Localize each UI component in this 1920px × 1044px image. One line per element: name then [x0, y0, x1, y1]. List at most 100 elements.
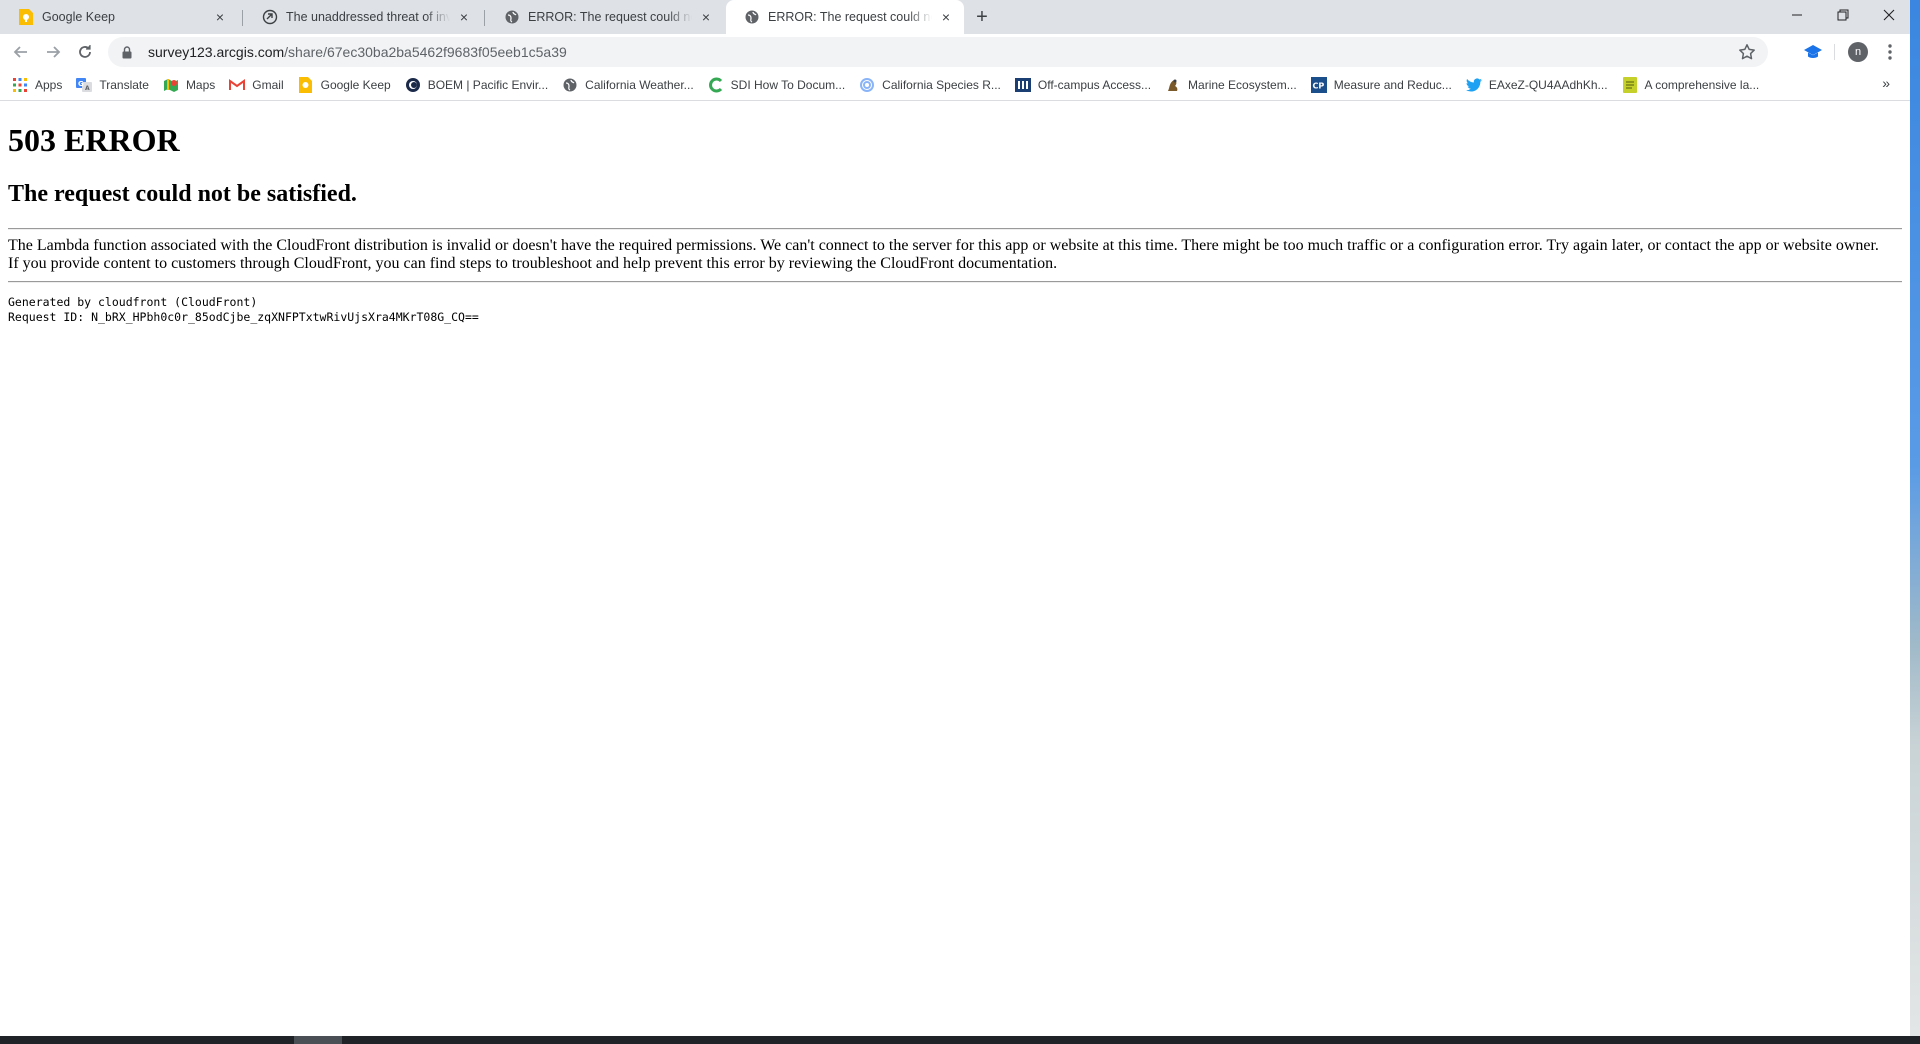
google-keep-icon [298, 77, 314, 93]
divider [8, 281, 1902, 283]
google-keep-icon [18, 9, 34, 25]
tab-article[interactable]: The unaddressed threat of invasive × [244, 0, 482, 34]
tab-close-button[interactable]: × [698, 9, 714, 25]
bookmark-label: Apps [35, 78, 63, 92]
bookmark-star-icon[interactable] [1738, 43, 1756, 61]
tab-strip: Google Keep × The unaddressed threat of … [0, 0, 1910, 34]
bookmark-label: Google Keep [320, 78, 391, 92]
bookmarks-overflow-button[interactable]: » [1882, 75, 1890, 91]
reload-icon [79, 45, 91, 58]
bookmark-boem[interactable]: BOEM | Pacific Envir... [405, 73, 548, 97]
tab-separator [242, 10, 243, 26]
apps-grid-icon [12, 77, 28, 93]
bookmark-label: California Weather... [585, 78, 694, 92]
arrow-left-icon [13, 46, 27, 58]
svg-text:CP: CP [1312, 82, 1324, 91]
bookmark-marine-ecosystem[interactable]: Marine Ecosystem... [1165, 73, 1297, 97]
bookmark-label: Off-campus Access... [1037, 78, 1152, 92]
tab-error-1[interactable]: ERROR: The request could not be satisfie… [486, 0, 724, 34]
bookmark-maps[interactable]: Maps [163, 73, 215, 97]
close-window-button[interactable] [1866, 0, 1910, 30]
generated-by-text: Generated by cloudfront (CloudFront) [8, 295, 258, 309]
bookmark-label: Gmail [252, 78, 284, 92]
tab-error-active[interactable]: ERROR: The request could not be satisfie… [726, 0, 964, 34]
bookmarks-bar: Apps GA Translate Maps Gmail Google Keep… [0, 70, 1910, 101]
bookmark-label: Marine Ecosystem... [1188, 78, 1297, 92]
avatar: n [1848, 42, 1868, 62]
forward-button[interactable] [39, 38, 67, 66]
twitter-icon [1465, 77, 1482, 93]
error-explanation: The Lambda function associated with the … [8, 237, 1902, 273]
profile-button[interactable]: n [1846, 40, 1870, 64]
bookmark-label: California Species R... [882, 78, 1001, 92]
toolbar-divider [1834, 44, 1835, 60]
kebab-menu-icon [1888, 44, 1892, 60]
bookmark-twitter-image[interactable]: EAxeZ-QU4AAdhKh... [1465, 73, 1608, 97]
library-icon [1014, 77, 1031, 93]
address-bar[interactable]: survey123.arcgis.com/share/67ec30ba2ba54… [108, 37, 1768, 67]
tab-google-keep[interactable]: Google Keep × [0, 0, 238, 34]
extension-button[interactable] [1801, 40, 1825, 64]
taskbar-active-app[interactable] [294, 1036, 342, 1044]
bookmark-gmail[interactable]: Gmail [229, 73, 284, 97]
bookmark-label: BOEM | Pacific Envir... [427, 78, 549, 92]
explanation-line: The Lambda function associated with the … [8, 237, 1879, 254]
divider [8, 228, 1902, 230]
graduation-cap-icon [1804, 45, 1822, 58]
translate-icon: GA [76, 77, 93, 93]
bookmark-label: Measure and Reduc... [1333, 78, 1452, 92]
bookmark-label: Maps [185, 78, 216, 92]
browser-toolbar: survey123.arcgis.com/share/67ec30ba2ba54… [0, 34, 1910, 70]
minimize-icon [1792, 14, 1802, 16]
tab-title: ERROR: The request could not be satisfie… [528, 10, 692, 24]
request-metadata: Generated by cloudfront (CloudFront) Requ… [8, 295, 479, 325]
bookmark-translate[interactable]: GA Translate [76, 73, 149, 97]
reload-button[interactable] [71, 38, 99, 66]
globe-icon [562, 77, 578, 93]
bookmark-measure-and-reduce[interactable]: CP Measure and Reduc... [1310, 73, 1452, 97]
tab-title: ERROR: The request could not be satisfie… [768, 10, 932, 24]
bookmark-label: EAxeZ-QU4AAdhKh... [1488, 78, 1608, 92]
restore-button[interactable] [1820, 0, 1866, 30]
bookmark-label: Translate [99, 78, 149, 92]
page-subtitle: The request could not be satisfied. [8, 181, 357, 207]
sdi-icon [708, 77, 724, 93]
bookmark-label: SDI How To Docum... [730, 78, 846, 92]
svg-text:G: G [78, 80, 84, 88]
minimize-button[interactable] [1774, 0, 1820, 30]
bookmark-label: A comprehensive la... [1644, 78, 1760, 92]
tab-close-button[interactable]: × [938, 9, 954, 25]
tab-close-button[interactable]: × [456, 9, 472, 25]
back-button[interactable] [7, 38, 35, 66]
tab-separator [484, 10, 485, 26]
maps-icon [163, 77, 179, 93]
url-host: survey123.arcgis.com [148, 44, 285, 60]
tab-close-button[interactable]: × [212, 9, 228, 25]
globe-icon [504, 9, 520, 25]
species-icon [859, 77, 875, 93]
bookmark-sdi-how-to[interactable]: SDI How To Docum... [708, 73, 845, 97]
gmail-icon [229, 77, 246, 93]
bookmark-off-campus-access[interactable]: Off-campus Access... [1014, 73, 1152, 97]
menu-button[interactable] [1878, 40, 1902, 64]
browser-window: Google Keep × The unaddressed threat of … [0, 0, 1910, 1036]
page-title: 503 ERROR [8, 122, 180, 158]
document-icon [1622, 77, 1638, 93]
url-path: /share/67ec30ba2ba5462f9683f05eeb1c5a39 [284, 44, 567, 60]
bookmark-california-species[interactable]: California Species R... [859, 73, 1001, 97]
globe-icon [744, 9, 760, 25]
new-tab-button[interactable]: + [970, 6, 994, 30]
lock-icon [120, 45, 134, 59]
close-icon [1883, 9, 1895, 21]
taskbar [0, 1036, 1920, 1044]
boem-icon [405, 77, 421, 93]
screen: Google Keep × The unaddressed threat of … [0, 0, 1920, 1044]
bookmark-comprehensive[interactable]: A comprehensive la... [1622, 73, 1760, 97]
restore-icon [1837, 9, 1849, 21]
bookmark-google-keep[interactable]: Google Keep [298, 73, 391, 97]
svg-text:A: A [85, 85, 90, 92]
bookmark-apps[interactable]: Apps [12, 73, 62, 97]
tab-title: The unaddressed threat of invasive [286, 10, 450, 24]
bookmark-california-weather[interactable]: California Weather... [562, 73, 694, 97]
page-content: 503 ERROR The request could not be satis… [0, 101, 1910, 1036]
